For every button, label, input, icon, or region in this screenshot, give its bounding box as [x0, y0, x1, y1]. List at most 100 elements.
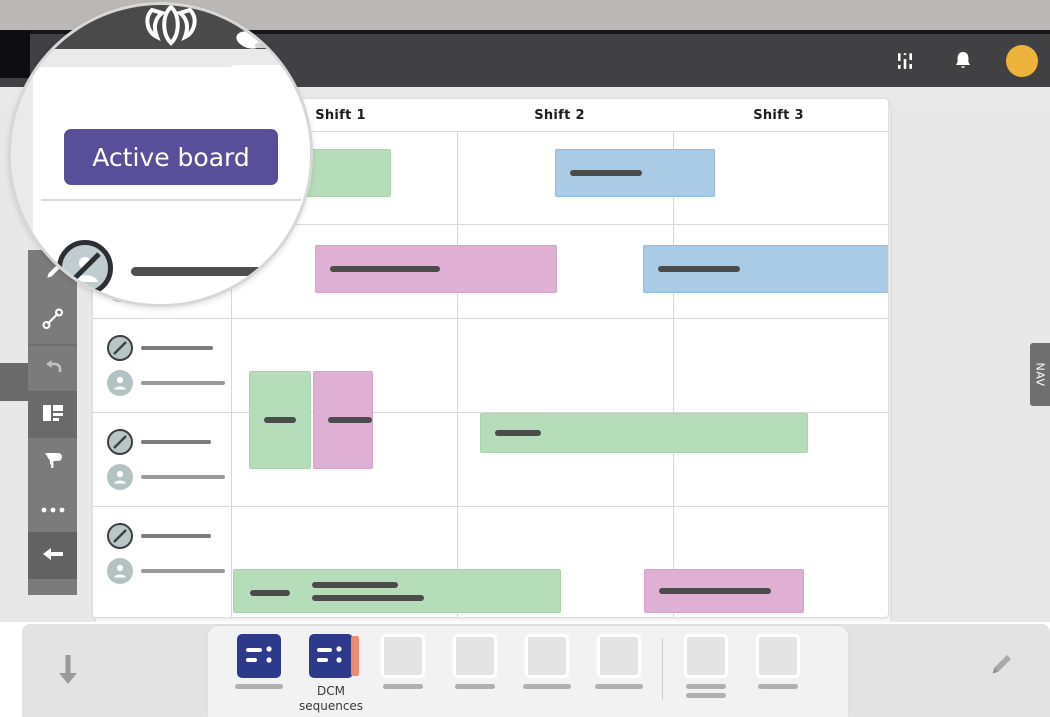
right-gutter: [890, 87, 1050, 622]
task-block[interactable]: [249, 371, 311, 469]
task-block[interactable]: [643, 245, 888, 293]
redacted-text: [264, 417, 296, 423]
task-block[interactable]: [555, 149, 715, 197]
lens-left-gutter: [11, 67, 33, 304]
dock-app-6[interactable]: [590, 634, 648, 689]
magnifier-lens: Active board: [8, 2, 313, 307]
left-edge-tab[interactable]: [0, 363, 28, 401]
table-row[interactable]: [93, 412, 231, 506]
active-board-button[interactable]: Active board: [64, 129, 278, 185]
lens-divider: [41, 199, 301, 201]
redacted-text: [131, 267, 279, 276]
person-icon: [107, 463, 133, 490]
app-tile-icon: [309, 634, 359, 678]
card-layout-icon: [41, 403, 65, 427]
redacted-text: [328, 417, 372, 423]
grid-vline: [457, 131, 458, 617]
redacted-text: [330, 266, 440, 272]
no-entry-icon: [107, 522, 133, 549]
dock-app-5[interactable]: [518, 634, 576, 689]
dock-edit-button[interactable]: [984, 650, 1018, 684]
redacted-text: [312, 595, 424, 601]
person-icon: [107, 369, 133, 396]
dock-app-3[interactable]: [374, 634, 432, 689]
row-assignee: [107, 334, 225, 361]
redacted-text: [141, 345, 213, 350]
task-block[interactable]: [480, 413, 808, 453]
redacted-text: [495, 430, 541, 436]
sidebar-item-connector-tool[interactable]: [28, 297, 77, 344]
redacted-text: [141, 568, 225, 573]
table-row[interactable]: [93, 506, 231, 600]
person-icon: [107, 557, 133, 584]
sidebar-item-collapse-back[interactable]: [28, 532, 77, 579]
dock-app-1[interactable]: [230, 634, 288, 689]
no-entry-icon: [57, 240, 113, 296]
dock-app-4[interactable]: [446, 634, 504, 689]
redacted-label: [758, 684, 798, 689]
redacted-text: [570, 170, 642, 176]
redacted-label: [686, 693, 726, 698]
sidebar-item-card-layout[interactable]: [28, 391, 77, 438]
sidebar-item-more-options[interactable]: [28, 485, 77, 532]
arrow-down-icon: [55, 653, 81, 691]
dock-item-label-line2: sequences: [298, 699, 364, 713]
row-person: [107, 369, 225, 396]
bell-icon[interactable]: [948, 46, 978, 76]
redacted-label: [383, 684, 423, 689]
app-tile-icon: [684, 634, 728, 678]
task-block[interactable]: [315, 245, 557, 293]
sidebar-item-filter[interactable]: [28, 438, 77, 485]
app-tile-icon: [453, 634, 497, 678]
redacted-label: [595, 684, 643, 689]
redacted-text: [312, 582, 398, 588]
app-tile-icon: [381, 634, 425, 678]
column-header-shift-3: Shift 3: [753, 107, 804, 123]
dock-item-label-line1: DCM: [317, 684, 345, 698]
app-root: NAV Shift 1 Shift 2 Shift 3 DCM sequence…: [0, 0, 1050, 717]
app-tile-icon: [597, 634, 641, 678]
app-tile-icon: [756, 634, 800, 678]
task-block[interactable]: [233, 569, 561, 613]
task-block[interactable]: [644, 569, 804, 613]
no-entry-icon: [107, 334, 133, 361]
no-entry-icon: [107, 428, 133, 455]
table-row[interactable]: [93, 318, 231, 412]
dock-items: DCM sequences: [230, 628, 850, 717]
active-board-label: Active board: [92, 142, 250, 172]
task-block[interactable]: [313, 371, 373, 469]
redacted-label: [523, 684, 571, 689]
link-line-icon: [41, 307, 65, 335]
dock-app-7[interactable]: [677, 634, 735, 698]
dock-collapse-button[interactable]: [50, 652, 86, 692]
dock-app-8[interactable]: [749, 634, 807, 689]
grid-vline: [673, 131, 674, 617]
nav-tab[interactable]: NAV: [1030, 343, 1050, 406]
app-tile-icon: [525, 634, 569, 678]
row-assignee: [107, 522, 225, 549]
sliders-icon[interactable]: [890, 46, 920, 76]
undo-arrow-icon: [41, 356, 65, 382]
app-tile-icon: [237, 634, 281, 678]
ellipsis-icon: [40, 499, 66, 518]
avatar[interactable]: [1006, 44, 1038, 77]
dock-item-label: DCM sequences: [299, 684, 363, 714]
redacted-label: [686, 684, 726, 689]
row-person: [107, 463, 225, 490]
crown-logo-icon: [137, 5, 205, 51]
redacted-label: [455, 684, 495, 689]
redacted-text: [141, 533, 211, 538]
row-person: [107, 557, 225, 584]
redacted-text: [141, 474, 225, 479]
row-assignee: [107, 428, 225, 455]
column-header-shift-2: Shift 2: [534, 107, 585, 123]
arrow-left-icon: [40, 545, 66, 567]
redacted-text: [659, 588, 771, 594]
lens-stroke-marks: [231, 43, 310, 83]
redacted-label: [235, 684, 283, 689]
dock-app-dcm[interactable]: DCM sequences: [299, 634, 363, 714]
funnel-icon: [42, 449, 64, 475]
redacted-text: [141, 439, 211, 444]
pencil-icon: [987, 651, 1015, 683]
sidebar-item-undo[interactable]: [28, 344, 77, 391]
